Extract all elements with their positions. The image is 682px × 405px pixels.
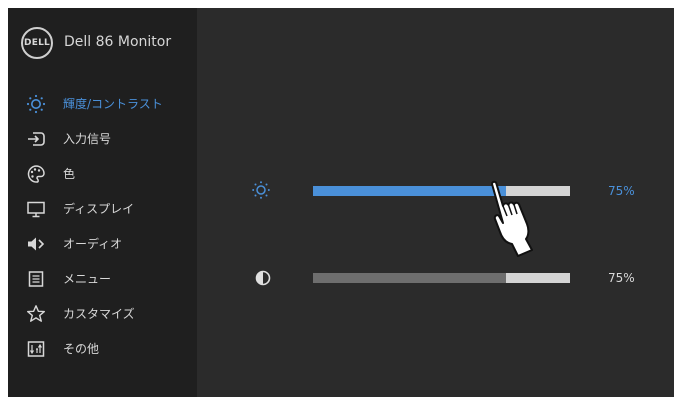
menu-item-label: 入力信号 xyxy=(63,132,112,146)
color-palette-icon xyxy=(27,165,45,183)
input-source-icon xyxy=(28,132,45,146)
sidebar: DELL Dell 86 Monitor 輝度/コントラスト 入力信号 色 ディ… xyxy=(8,8,197,397)
contrast-slider-fill xyxy=(313,273,506,283)
brightness-icon xyxy=(26,94,46,114)
osd-header: DELL Dell 86 Monitor xyxy=(8,8,197,80)
menu-item-label: その他 xyxy=(63,342,100,356)
menu-item-label: カスタマイズ xyxy=(63,307,135,321)
menu-item-label: ディスプレイ xyxy=(63,202,135,216)
speaker-icon xyxy=(28,237,45,251)
menu-item-label: 輝度/コントラスト xyxy=(63,97,163,111)
contrast-value: 75% xyxy=(608,271,635,285)
menu-item-others[interactable]: その他 xyxy=(8,331,197,366)
brightness-slider-fill xyxy=(313,186,506,196)
brightness-icon xyxy=(252,181,270,199)
menu-item-label: オーディオ xyxy=(63,237,123,251)
menu-item-color[interactable]: 色 xyxy=(8,156,197,191)
menu-item-menu[interactable]: メニュー xyxy=(8,261,197,296)
menu-item-audio[interactable]: オーディオ xyxy=(8,226,197,261)
contrast-slider[interactable] xyxy=(313,273,570,283)
hand-pointer-icon xyxy=(491,180,533,257)
menu-item-input-source[interactable]: 入力信号 xyxy=(8,121,197,156)
menu-item-customize[interactable]: カスタマイズ xyxy=(8,296,197,331)
brightness-value: 75% xyxy=(608,184,635,198)
display-icon xyxy=(27,201,45,218)
monitor-osd: DELL Dell 86 Monitor 輝度/コントラスト 入力信号 色 ディ… xyxy=(8,8,674,397)
menu-item-brightness-contrast[interactable]: 輝度/コントラスト xyxy=(8,86,197,121)
menu-icon xyxy=(28,271,44,287)
menu-item-display[interactable]: ディスプレイ xyxy=(8,191,197,226)
dell-logo: DELL xyxy=(21,27,53,59)
menu-item-label: メニュー xyxy=(63,272,112,286)
star-icon xyxy=(27,305,45,322)
other-settings-icon xyxy=(27,341,45,357)
contrast-icon xyxy=(255,270,271,286)
menu-item-label: 色 xyxy=(63,167,76,181)
monitor-model-title: Dell 86 Monitor xyxy=(64,34,172,50)
